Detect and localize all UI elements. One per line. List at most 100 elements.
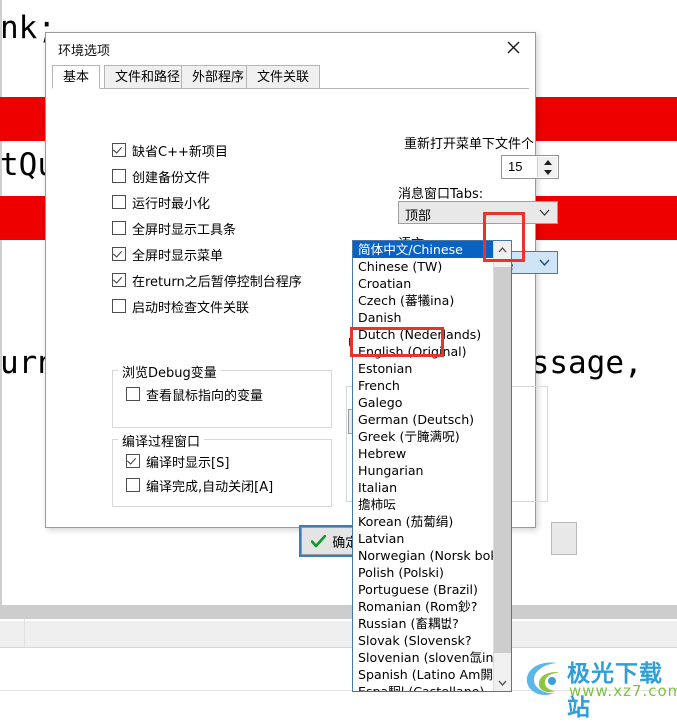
message-window-tabs-value: 顶部: [405, 209, 432, 224]
debug-variables-group-title: 浏览Debug变量: [118, 362, 221, 381]
spinner-up-button[interactable]: [538, 157, 557, 167]
recent-files-spinner[interactable]: 15: [501, 155, 559, 179]
close-icon: [507, 41, 519, 54]
checkbox-label: 查看鼠标指向的变量: [146, 388, 264, 404]
chevron-up-icon: [498, 246, 507, 252]
tab-strip: 基本 文件和路径 外部程序 文件关联: [52, 65, 529, 89]
language-dropdown-list[interactable]: 简体中文/Chinese Chinese (TW) Croatian Czech (蕃…: [352, 240, 512, 692]
checkbox-box: [112, 247, 126, 261]
language-option[interactable]: Italian: [353, 479, 495, 496]
chevron-down-icon: [535, 202, 553, 223]
checkbox-box: [126, 454, 140, 468]
spinner-down-button[interactable]: [538, 167, 557, 177]
language-option[interactable]: Estonian: [353, 360, 495, 377]
language-option[interactable]: Portuguese (Brazil): [353, 581, 495, 598]
editor-lower-pane-divider: [24, 619, 25, 647]
watermark: 极光下载站 www.xz7.com: [521, 652, 677, 721]
scrollbar-up-button[interactable]: [494, 241, 511, 258]
language-dropdown-items: 简体中文/Chinese Chinese (TW) Croatian Czech (蕃…: [353, 241, 495, 691]
checkbox-label: 创建备份文件: [132, 170, 211, 186]
checkbox-box: [112, 195, 126, 209]
check-icon: [311, 534, 327, 547]
checkbox-box: [112, 221, 126, 235]
watermark-url: www.xz7.com: [569, 682, 677, 700]
checkbox-label: 全屏时显示工具条: [132, 222, 237, 238]
language-option[interactable]: 擔柿呍: [353, 496, 495, 513]
tab-label: 文件和路径: [115, 70, 181, 85]
checkbox-label: 启动时检查文件关联: [132, 300, 250, 316]
language-option[interactable]: Espa駉l (Castellano): [353, 683, 495, 691]
language-dropdown-scrollbar[interactable]: [493, 241, 511, 691]
chevron-down-icon[interactable]: [535, 252, 553, 273]
checkbox-label: 编译时显示[S]: [146, 455, 230, 471]
dialog-titlebar[interactable]: 环境选项: [46, 33, 535, 63]
tab-files-paths[interactable]: 文件和路径: [104, 65, 192, 89]
checkbox-label: 在return之后暂停控制台程序: [132, 274, 302, 290]
language-option[interactable]: French: [353, 377, 495, 394]
spinner-buttons: [537, 157, 557, 177]
tab-external-programs[interactable]: 外部程序: [181, 65, 256, 89]
language-option[interactable]: Slovak (Slovensk?: [353, 632, 495, 649]
language-option[interactable]: Hungarian: [353, 462, 495, 479]
checkbox-box: [112, 169, 126, 183]
watermark-logo-icon: [526, 662, 559, 695]
dialog-right-filler: [551, 522, 577, 555]
language-option[interactable]: Russian (畜耦벖?: [353, 615, 495, 632]
checkbox-label: 运行时最小化: [132, 196, 211, 212]
language-option[interactable]: 简体中文/Chinese: [353, 241, 495, 258]
checkbox-minimize-on-run[interactable]: 运行时最小化: [112, 193, 211, 212]
language-option[interactable]: Polish (Polski): [353, 564, 495, 581]
checkbox-show-while-compiling[interactable]: 编译时显示[S]: [126, 452, 230, 471]
language-option[interactable]: Slovenian (sloven氙ina): [353, 649, 495, 666]
scrollbar-down-button[interactable]: [494, 674, 511, 691]
message-window-tabs-combo[interactable]: 顶部: [398, 201, 558, 224]
spinner-down-icon: [543, 169, 552, 175]
language-option[interactable]: Danish: [353, 309, 495, 326]
language-option[interactable]: Dutch (Nederlands): [353, 326, 495, 343]
spinner-up-icon: [543, 159, 552, 165]
tab-basic[interactable]: 基本: [52, 65, 101, 89]
checkbox-box: [112, 299, 126, 313]
language-option[interactable]: Romanian (Rom鈔?: [353, 598, 495, 615]
language-option[interactable]: Hebrew: [353, 445, 495, 462]
checkbox-watch-variable-under-cursor[interactable]: 查看鼠标指向的变量: [126, 385, 264, 404]
checkbox-fullscreen-toolbar[interactable]: 全屏时显示工具条: [112, 219, 237, 238]
language-option[interactable]: Latvian: [353, 530, 495, 547]
language-option[interactable]: English (Original): [353, 343, 495, 360]
tab-label: 基本: [63, 70, 90, 85]
language-option[interactable]: Norwegian (Norsk bokm録: [353, 547, 495, 564]
language-option[interactable]: Czech (蕃犠ina): [353, 292, 495, 309]
scrollbar-thumb[interactable]: [494, 267, 511, 653]
checkbox-auto-close-after-compile[interactable]: 编译完成,自动关闭[A]: [126, 476, 274, 495]
checkbox-fullscreen-menu[interactable]: 全屏时显示菜单: [112, 245, 224, 264]
chevron-down-icon: [498, 680, 507, 686]
message-window-tabs-label: 消息窗口Tabs:: [398, 187, 484, 202]
checkbox-label: 编译完成,自动关闭[A]: [146, 479, 274, 495]
checkbox-pause-after-return[interactable]: 在return之后暂停控制台程序: [112, 271, 302, 290]
checkbox-default-cpp-project[interactable]: 缺省C++新项目: [112, 141, 228, 160]
tab-label: 文件关联: [257, 70, 310, 85]
close-button[interactable]: [491, 33, 535, 62]
language-option[interactable]: Spanish (Latino Am閞ica): [353, 666, 495, 683]
checkbox-label: 全屏时显示菜单: [132, 248, 224, 264]
checkbox-check-associations-on-start[interactable]: 启动时检查文件关联: [112, 297, 250, 316]
recent-files-label: 重新打开菜单下文件个: [404, 137, 535, 152]
tab-label: 外部程序: [192, 70, 245, 85]
language-option[interactable]: German (Deutsch): [353, 411, 495, 428]
tab-file-associations[interactable]: 文件关联: [246, 65, 321, 89]
recent-files-value: 15: [508, 159, 523, 174]
language-option[interactable]: Galego: [353, 394, 495, 411]
checkbox-create-backup[interactable]: 创建备份文件: [112, 167, 211, 186]
language-option[interactable]: Croatian: [353, 275, 495, 292]
checkbox-box: [112, 273, 126, 287]
editor-status-band: [0, 605, 677, 619]
language-option[interactable]: Greek (亍腌满呪): [353, 428, 495, 445]
checkbox-label: 缺省C++新项目: [132, 144, 228, 160]
checkbox-box: [112, 143, 126, 157]
dialog-title: 环境选项: [58, 44, 111, 59]
checkbox-box: [126, 478, 140, 492]
compile-window-group-title: 编译过程窗口: [118, 431, 205, 450]
language-option[interactable]: Korean (茄蔔绢): [353, 513, 495, 530]
language-option[interactable]: Chinese (TW): [353, 258, 495, 275]
editor-lower-pane: [0, 621, 677, 648]
